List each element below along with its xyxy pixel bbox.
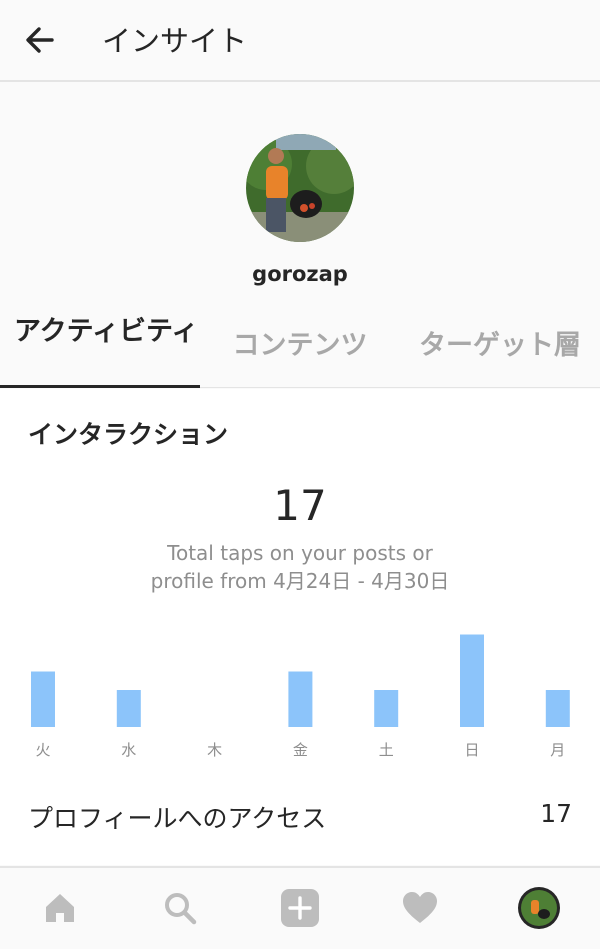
- section-title: インタラクション: [28, 420, 229, 449]
- username: gorozap: [252, 262, 348, 286]
- chart-day-label: 水: [121, 741, 136, 759]
- profile-access-row[interactable]: プロフィールへのアクセス 17: [0, 785, 600, 845]
- chart-day-label: 木: [207, 741, 222, 759]
- profile-avatar: [246, 134, 354, 242]
- profile-header: gorozap: [0, 82, 600, 310]
- search-icon[interactable]: [158, 886, 202, 930]
- chart-bar: [116, 690, 141, 727]
- chart-day-label: 金: [293, 741, 308, 759]
- heart-icon[interactable]: [398, 886, 442, 930]
- total-interactions: 17: [273, 481, 327, 530]
- tab-activity[interactable]: アクティビティ: [0, 310, 200, 388]
- chart-day-label: 火: [35, 741, 50, 759]
- home-icon[interactable]: [38, 886, 82, 930]
- insights-tabs: アクティビティ コンテンツ ターゲット層: [0, 310, 600, 388]
- chart-bar: [545, 690, 570, 727]
- interactions-description: Total taps on your posts or profile from…: [0, 539, 600, 595]
- tab-audience[interactable]: ターゲット層: [400, 310, 600, 388]
- chart-day-label: 土: [379, 741, 394, 759]
- profile-avatar[interactable]: [517, 886, 561, 930]
- bottom-navigation: [0, 866, 600, 949]
- profile-access-label: プロフィールへのアクセス: [28, 804, 327, 833]
- page-title: インサイト: [102, 24, 248, 58]
- chart-bar: [31, 671, 55, 727]
- description-line-2: profile from 4月24日 - 4月30日: [150, 569, 450, 593]
- chart-bar: [288, 671, 313, 727]
- chart-day-label: 日: [464, 741, 479, 759]
- tab-content[interactable]: コンテンツ: [200, 310, 400, 388]
- interactions-bar-chart: 火水木金土日月: [31, 634, 570, 759]
- chart-day-label: 月: [550, 741, 565, 759]
- top-app-bar: インサイト: [0, 0, 600, 82]
- chart-bar: [460, 634, 484, 727]
- chart-bar: [374, 690, 399, 727]
- description-line-1: Total taps on your posts or: [167, 541, 433, 565]
- profile-access-value: 17: [540, 799, 572, 828]
- interactions-card: インタラクション 17 Total taps on your posts or …: [0, 389, 600, 865]
- arrow-left-icon[interactable]: [22, 22, 58, 58]
- add-icon[interactable]: [278, 886, 322, 930]
